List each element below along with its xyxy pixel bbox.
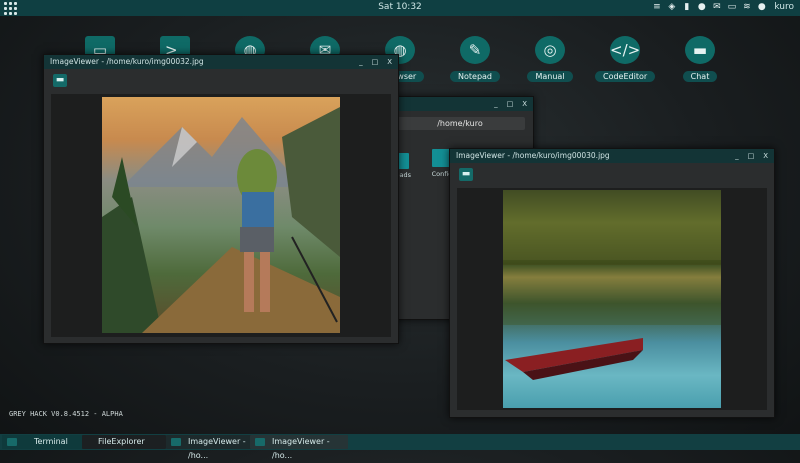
lake-artwork bbox=[503, 190, 721, 380]
storage-icon[interactable]: ▮ bbox=[682, 2, 691, 12]
chat-icon: ▬ bbox=[685, 36, 715, 64]
version-label: GREY HACK V0.8.4512 - ALPHA bbox=[9, 410, 123, 418]
image-viewer-window-2[interactable]: ImageViewer - /home/kuro/img00030.jpg _ … bbox=[449, 148, 775, 418]
minimize-button[interactable]: _ bbox=[494, 97, 498, 111]
minimize-button[interactable]: _ bbox=[359, 55, 363, 69]
mail-icon[interactable]: ✉ bbox=[712, 2, 721, 12]
image-icon bbox=[255, 438, 265, 446]
top-bar: Sat 10:32 ≡ ◈ ▮ ● ✉ ▭ ≋ ● kuro bbox=[0, 0, 800, 16]
desktop-icon-manual[interactable]: ◎ Manual bbox=[520, 36, 580, 83]
taskbar: Terminal FileExplorer ImageViewer - /ho.… bbox=[0, 434, 800, 460]
folder-icon: ▬ bbox=[461, 169, 471, 179]
folder-icon: ▬ bbox=[55, 75, 65, 85]
image-viewer-window-1[interactable]: ImageViewer - /home/kuro/img00032.jpg _ … bbox=[43, 54, 399, 344]
minimize-button[interactable]: _ bbox=[735, 149, 739, 163]
taskbar-item-label: ImageViewer - /ho... bbox=[188, 437, 246, 460]
maximize-button[interactable]: □ bbox=[507, 97, 514, 111]
file-explorer-titlebar[interactable]: _ □ X bbox=[391, 97, 533, 111]
username[interactable]: kuro bbox=[774, 2, 794, 12]
image-lake bbox=[503, 190, 721, 408]
desktop-icon-label: Manual bbox=[527, 71, 573, 82]
notepad-icon: ✎ bbox=[460, 36, 490, 64]
path-bar[interactable]: /home/kuro bbox=[395, 117, 525, 130]
network-icon[interactable]: ● bbox=[697, 2, 706, 12]
wifi-icon[interactable]: ≋ bbox=[742, 2, 751, 12]
maximize-button[interactable]: □ bbox=[372, 55, 379, 69]
close-button[interactable]: X bbox=[387, 55, 392, 69]
chat-bubble-icon[interactable]: ▭ bbox=[727, 2, 737, 12]
taskbar-item-label: ImageViewer - /ho... bbox=[272, 437, 330, 460]
image-viewport bbox=[457, 188, 767, 410]
code-icon: </> bbox=[610, 36, 640, 64]
close-button[interactable]: X bbox=[763, 149, 768, 163]
desktop-icon-label: Notepad bbox=[450, 71, 500, 82]
image-viewer-titlebar[interactable]: ImageViewer - /home/kuro/img00030.jpg _ … bbox=[450, 149, 774, 163]
hiker-artwork bbox=[102, 107, 340, 333]
image-viewer-titlebar[interactable]: ImageViewer - /home/kuro/img00032.jpg _ … bbox=[44, 55, 398, 69]
desktop-icon-label: Chat bbox=[682, 71, 718, 82]
desktop-icon-chat[interactable]: ▬ Chat bbox=[670, 36, 730, 83]
shield-icon[interactable]: ◈ bbox=[667, 2, 676, 12]
taskbar-item-imageviewer-2[interactable]: ImageViewer - /ho... bbox=[250, 435, 348, 460]
image-icon bbox=[171, 438, 181, 446]
open-folder-button[interactable]: ▬ bbox=[53, 74, 67, 87]
taskbar-item-imageviewer-1[interactable]: ImageViewer - /ho... bbox=[166, 435, 262, 460]
desktop-icon-label: CodeEditor bbox=[595, 71, 656, 82]
layers-icon[interactable]: ≡ bbox=[652, 2, 661, 12]
image-viewport bbox=[51, 94, 391, 337]
user-icon[interactable]: ● bbox=[757, 2, 766, 12]
image-hiker bbox=[102, 97, 340, 333]
taskbar-item-fileexplorer[interactable]: FileExplorer bbox=[82, 435, 166, 449]
window-title: ImageViewer - /home/kuro/img00030.jpg bbox=[456, 151, 610, 160]
taskbar-item-label: FileExplorer bbox=[98, 437, 145, 446]
window-title: ImageViewer - /home/kuro/img00032.jpg bbox=[50, 57, 204, 66]
close-button[interactable]: X bbox=[522, 97, 527, 111]
taskbar-item-terminal[interactable]: Terminal bbox=[2, 435, 94, 449]
maximize-button[interactable]: □ bbox=[748, 149, 755, 163]
taskbar-item-label: Terminal bbox=[34, 437, 68, 446]
terminal-icon bbox=[7, 438, 17, 446]
open-folder-button[interactable]: ▬ bbox=[459, 168, 473, 181]
desktop-icon-codeeditor[interactable]: </> CodeEditor bbox=[595, 36, 656, 83]
lifebuoy-icon: ◎ bbox=[535, 36, 565, 64]
system-tray: ≡ ◈ ▮ ● ✉ ▭ ≋ ● kuro bbox=[652, 2, 794, 12]
desktop-icon-notepad[interactable]: ✎ Notepad bbox=[445, 36, 505, 83]
